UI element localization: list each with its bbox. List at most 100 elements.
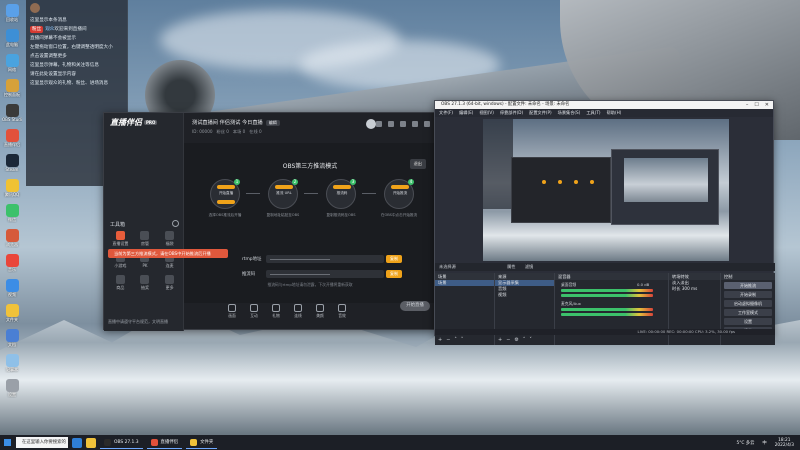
tool-item[interactable]: 商品 xyxy=(108,275,133,291)
menu-item[interactable]: 配置文件(P) xyxy=(529,109,552,117)
skin-icon[interactable] xyxy=(400,121,406,127)
desktop-icon[interactable]: 控制面板 xyxy=(2,79,22,98)
toolbar-label: 音效 xyxy=(338,312,346,318)
tool-item[interactable]: 房管 xyxy=(133,231,158,247)
taskbar-app[interactable]: 直播伴侣 xyxy=(146,436,183,449)
up-icon[interactable]: ˄ xyxy=(454,337,457,343)
volume-slider[interactable] xyxy=(561,294,653,297)
toolbar-item[interactable]: 互动 xyxy=(246,303,262,319)
control-button[interactable]: 开始推流 xyxy=(724,282,772,289)
volume-slider[interactable] xyxy=(561,313,653,316)
tool-label: 房管 xyxy=(140,241,149,246)
add-tool-button[interactable] xyxy=(172,220,179,227)
desktop-icon[interactable]: Steam xyxy=(2,154,22,172)
tool-item[interactable]: 直播设置 xyxy=(108,231,133,247)
message-icon[interactable] xyxy=(388,121,394,127)
menu-item[interactable]: 帮助(H) xyxy=(607,109,622,117)
copy-key-button[interactable]: 复制 xyxy=(386,270,402,278)
remove-icon[interactable]: − xyxy=(446,337,450,343)
menu-item[interactable]: 工具(T) xyxy=(586,109,600,117)
down-icon[interactable]: ˅ xyxy=(529,337,532,343)
desktop-icon[interactable]: 微信 xyxy=(2,204,22,223)
stream-key-field[interactable] xyxy=(266,270,384,278)
toolbar-item[interactable]: 连线 xyxy=(290,303,306,319)
rtmp-address-field[interactable] xyxy=(266,255,384,263)
remove-icon[interactable]: − xyxy=(506,337,510,343)
taskbar-app[interactable]: 文件夹 xyxy=(186,436,218,449)
add-icon[interactable]: + xyxy=(498,337,502,343)
control-button[interactable]: 开始录制 xyxy=(724,291,772,298)
app-icon xyxy=(5,4,19,17)
toolbar-label: 礼物 xyxy=(272,312,280,318)
tab-properties[interactable]: 属性 xyxy=(507,264,515,269)
tool-item[interactable]: 抽奖 xyxy=(133,275,158,291)
room-stat: 在线 0 xyxy=(249,129,262,134)
menu-item[interactable]: 编辑(E) xyxy=(459,109,473,117)
obs-preview[interactable] xyxy=(483,119,729,261)
taskbar-app[interactable]: OBS 27.1.3 xyxy=(100,436,143,449)
desktop-icon[interactable]: 浏览器 xyxy=(2,229,22,248)
source-item[interactable]: 视频 xyxy=(495,292,554,298)
control-button[interactable]: 设置 xyxy=(724,318,772,325)
edit-title-button[interactable]: 编辑 xyxy=(265,120,280,126)
input-method[interactable]: 中 xyxy=(762,440,766,446)
weather-widget[interactable]: 5°C 多云 xyxy=(737,440,755,446)
toolbar-icon xyxy=(272,303,280,312)
down-icon[interactable]: ˅ xyxy=(461,337,464,343)
desktop-icon-label: 设置 xyxy=(8,392,16,397)
menu-item[interactable]: 文件(F) xyxy=(439,109,453,117)
add-icon[interactable]: + xyxy=(438,337,442,343)
duration-input[interactable]: 300 ms xyxy=(682,286,698,291)
desktop-icon[interactable]: 文件夹 xyxy=(2,304,22,323)
desktop-icon[interactable]: 文档 xyxy=(2,329,22,348)
menu-item[interactable]: 场景集合(S) xyxy=(558,109,581,117)
app-icon xyxy=(150,438,158,446)
minimize-icon[interactable] xyxy=(412,121,418,127)
menu-item[interactable]: 视图(V) xyxy=(479,109,494,117)
desktop-icon[interactable]: 回收站 xyxy=(2,4,22,23)
toolbar-item[interactable]: 美颜 xyxy=(312,303,328,319)
dock-title: 混音器 xyxy=(555,273,668,280)
warning-banner[interactable]: 当前为第三方推流模式，请在OBS中开始推流后开播 xyxy=(108,249,228,258)
toolbar-item[interactable]: 音效 xyxy=(334,303,350,319)
exit-mode-button[interactable]: 退出 xyxy=(409,159,426,169)
toolbar-label: 美颜 xyxy=(316,312,324,318)
task-view-icon[interactable] xyxy=(72,437,82,448)
desktop-icon[interactable]: 网络 xyxy=(2,54,22,73)
explorer-icon[interactable] xyxy=(86,437,96,448)
minimize-icon[interactable]: – xyxy=(746,101,749,109)
obs-status-bar: LIVE: 00:00:00 REC: 00:00:00 CPU: 3.2%, … xyxy=(435,329,775,335)
live-left-panel: 直播伴侣 PRO 工具箱 直播设置 房管 福袋 小游戏 PK 连麦 商品 抽奖 更多 直播中请遵守… xyxy=(104,113,184,331)
maximize-icon[interactable]: ☐ xyxy=(754,101,758,109)
close-icon[interactable]: ✕ xyxy=(765,101,769,109)
user-avatar[interactable] xyxy=(366,119,376,129)
start-button[interactable] xyxy=(0,435,14,450)
obs-window[interactable]: OBS 27.1.3 (64-bit, windows) - 配置文件: 未命名… xyxy=(434,100,775,345)
desktop-icon[interactable]: OBS Studio xyxy=(2,104,22,122)
copy-rtmp-button[interactable]: 复制 xyxy=(386,255,402,263)
tab-filters[interactable]: 滤镜 xyxy=(525,264,533,269)
clock[interactable]: 18:21 2022/4/3 xyxy=(775,438,794,448)
toolbar-item[interactable]: 画面 xyxy=(224,303,240,319)
taskbar-search[interactable]: 在这里输入你要搜索的内容 xyxy=(16,437,68,448)
control-button[interactable]: 启动虚拟摄像机 xyxy=(724,300,772,307)
desktop-icon[interactable]: 音乐 xyxy=(2,254,22,273)
up-icon[interactable]: ˄ xyxy=(523,337,526,343)
desktop-icon[interactable]: 腾讯QQ xyxy=(2,179,22,198)
live-companion-window[interactable]: 直播伴侣 PRO 工具箱 直播设置 房管 福袋 小游戏 PK 连麦 商品 抽奖 更多 直播中请遵守… xyxy=(103,112,436,331)
toolbar-item[interactable]: 礼物 xyxy=(268,303,284,319)
menu-item[interactable]: 停靠部件(D) xyxy=(500,109,523,117)
desktop-icon[interactable]: 记事本 xyxy=(2,354,22,373)
gear-icon[interactable]: ⚙ xyxy=(514,337,518,343)
control-button[interactable]: 工作室模式 xyxy=(724,309,772,316)
desktop-icon[interactable]: 此电脑 xyxy=(2,29,22,48)
desktop-icon[interactable]: 设置 xyxy=(2,379,22,398)
scene-item[interactable]: 场景 xyxy=(435,280,494,286)
desktop-icon[interactable]: 视频 xyxy=(2,279,22,298)
tool-item[interactable]: 福袋 xyxy=(157,231,182,247)
settings-icon[interactable] xyxy=(376,121,382,127)
desktop-icon[interactable]: 直播伴侣 xyxy=(2,129,22,148)
close-icon[interactable] xyxy=(424,121,430,127)
start-live-button[interactable]: 开始直播 xyxy=(400,301,430,311)
tool-item[interactable]: 更多 xyxy=(157,275,182,291)
